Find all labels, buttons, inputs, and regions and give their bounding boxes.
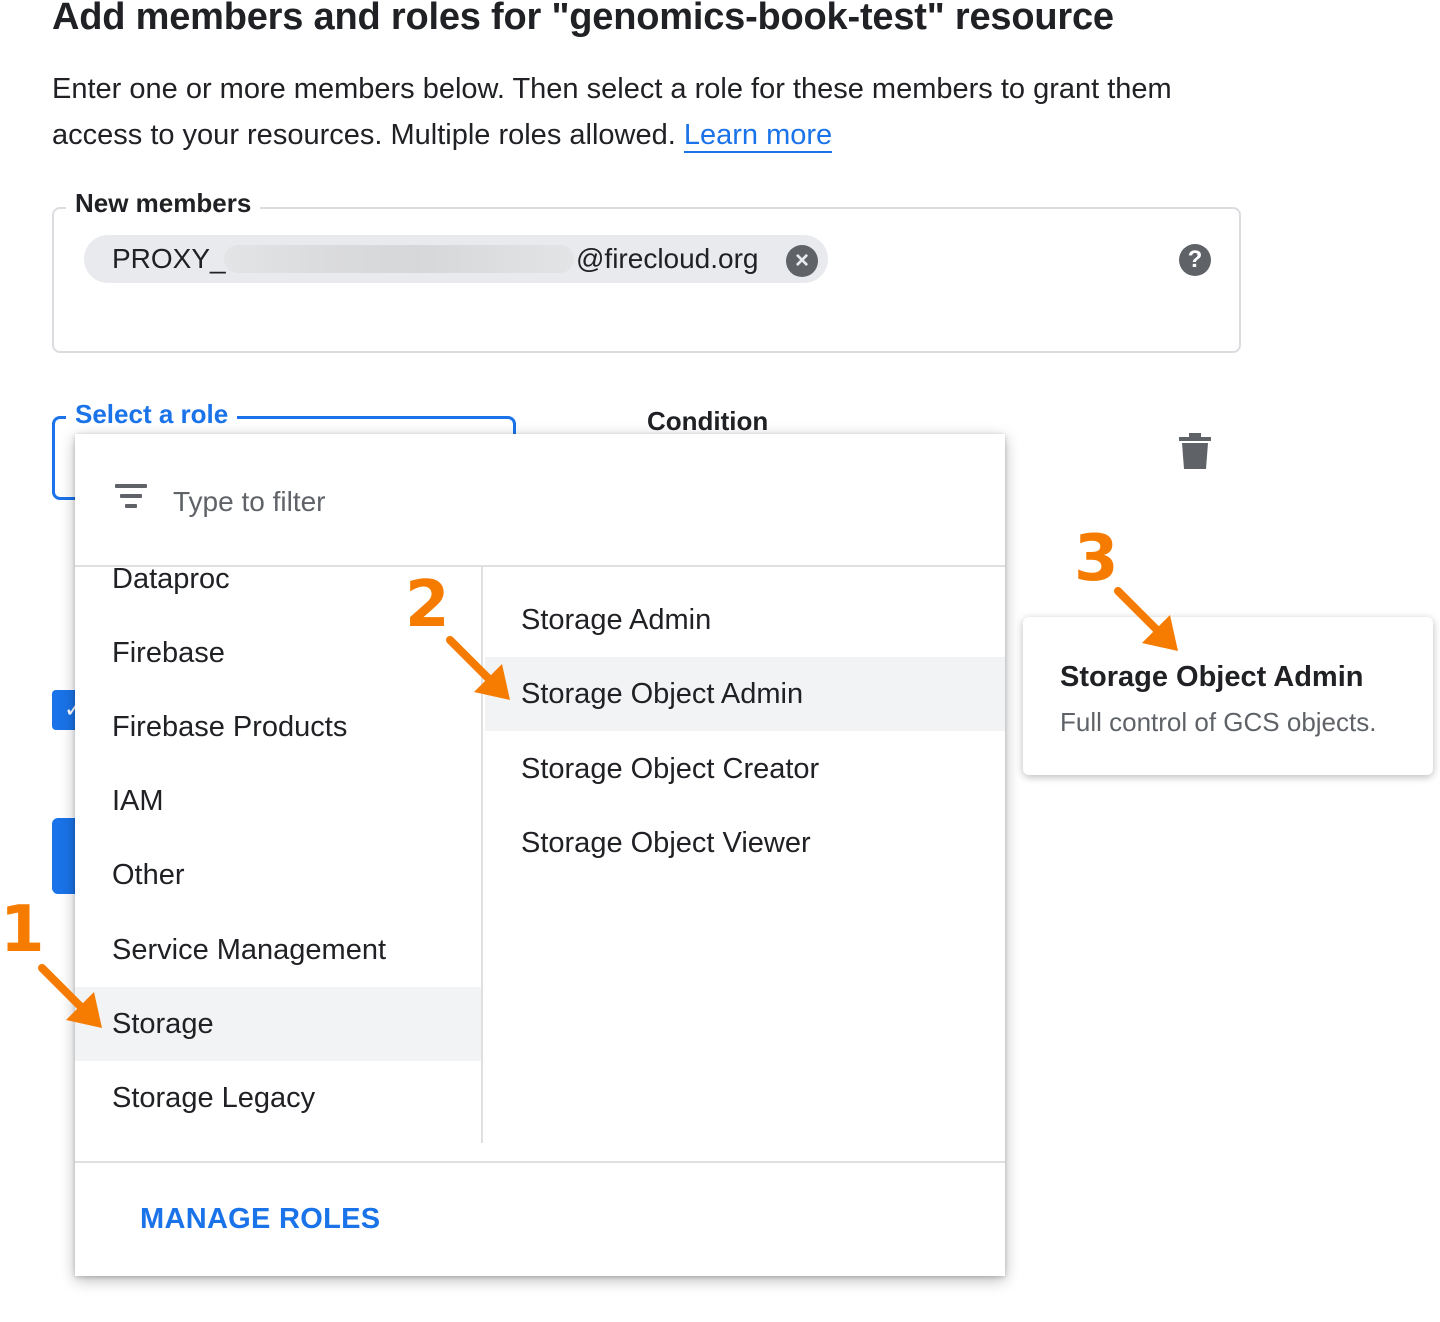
category-item[interactable]: Service Management	[75, 913, 481, 987]
page-title: Add members and roles for "genomics-book…	[52, 0, 1114, 38]
filter-input[interactable]	[173, 480, 873, 524]
category-item[interactable]: IAM	[75, 764, 481, 838]
role-tooltip: Storage Object Admin Full control of GCS…	[1023, 617, 1433, 775]
role-dropdown: Dataproc Firebase Firebase Products IAM …	[75, 434, 1005, 1276]
category-item-selected[interactable]: Storage	[75, 987, 481, 1061]
dropdown-footer: MANAGE ROLES	[75, 1161, 1005, 1276]
category-item[interactable]: Firebase Products	[75, 690, 481, 764]
close-circle-icon[interactable]: ×	[786, 245, 818, 277]
role-list: Storage Admin Storage Object Admin Stora…	[485, 567, 1005, 1143]
step-3-arrow-icon	[1114, 587, 1178, 651]
condition-label: Condition	[647, 406, 769, 436]
description-text: Enter one or more members below. Then se…	[52, 73, 1172, 151]
member-chip[interactable]: PROXY_ @firecloud.org ×	[84, 235, 828, 283]
category-list: Dataproc Firebase Firebase Products IAM …	[75, 567, 483, 1143]
role-item[interactable]: Storage Object Creator	[485, 732, 1005, 806]
category-item[interactable]: Storage Legacy	[75, 1061, 481, 1135]
category-item[interactable]: Other	[75, 838, 481, 912]
new-members-label: New members	[66, 188, 261, 219]
filter-icon	[115, 484, 147, 514]
step-1-label: 1	[0, 893, 45, 967]
role-item-highlighted[interactable]: Storage Object Admin	[485, 657, 1005, 731]
role-item[interactable]: Storage Admin	[485, 583, 1005, 657]
role-item[interactable]: Storage Object Viewer	[485, 806, 1005, 880]
step-2-arrow-icon	[446, 636, 510, 700]
learn-more-link[interactable]: Learn more	[683, 119, 833, 153]
member-chip-domain: @firecloud.org	[576, 243, 759, 274]
tooltip-title: Storage Object Admin	[1060, 661, 1364, 693]
help-icon[interactable]: ?	[1179, 244, 1211, 276]
filter-row	[75, 434, 1005, 567]
role-select-label: Select a role	[66, 399, 238, 430]
manage-roles-button[interactable]: MANAGE ROLES	[140, 1203, 380, 1236]
step-1-arrow-icon	[38, 964, 102, 1028]
tooltip-description: Full control of GCS objects.	[1060, 707, 1377, 737]
trash-icon[interactable]	[1178, 433, 1212, 469]
page-description: Enter one or more members below. Then se…	[52, 66, 1252, 158]
member-chip-redacted	[224, 245, 574, 273]
step-2-label: 2	[405, 568, 450, 642]
member-chip-prefix: PROXY_	[112, 243, 226, 274]
